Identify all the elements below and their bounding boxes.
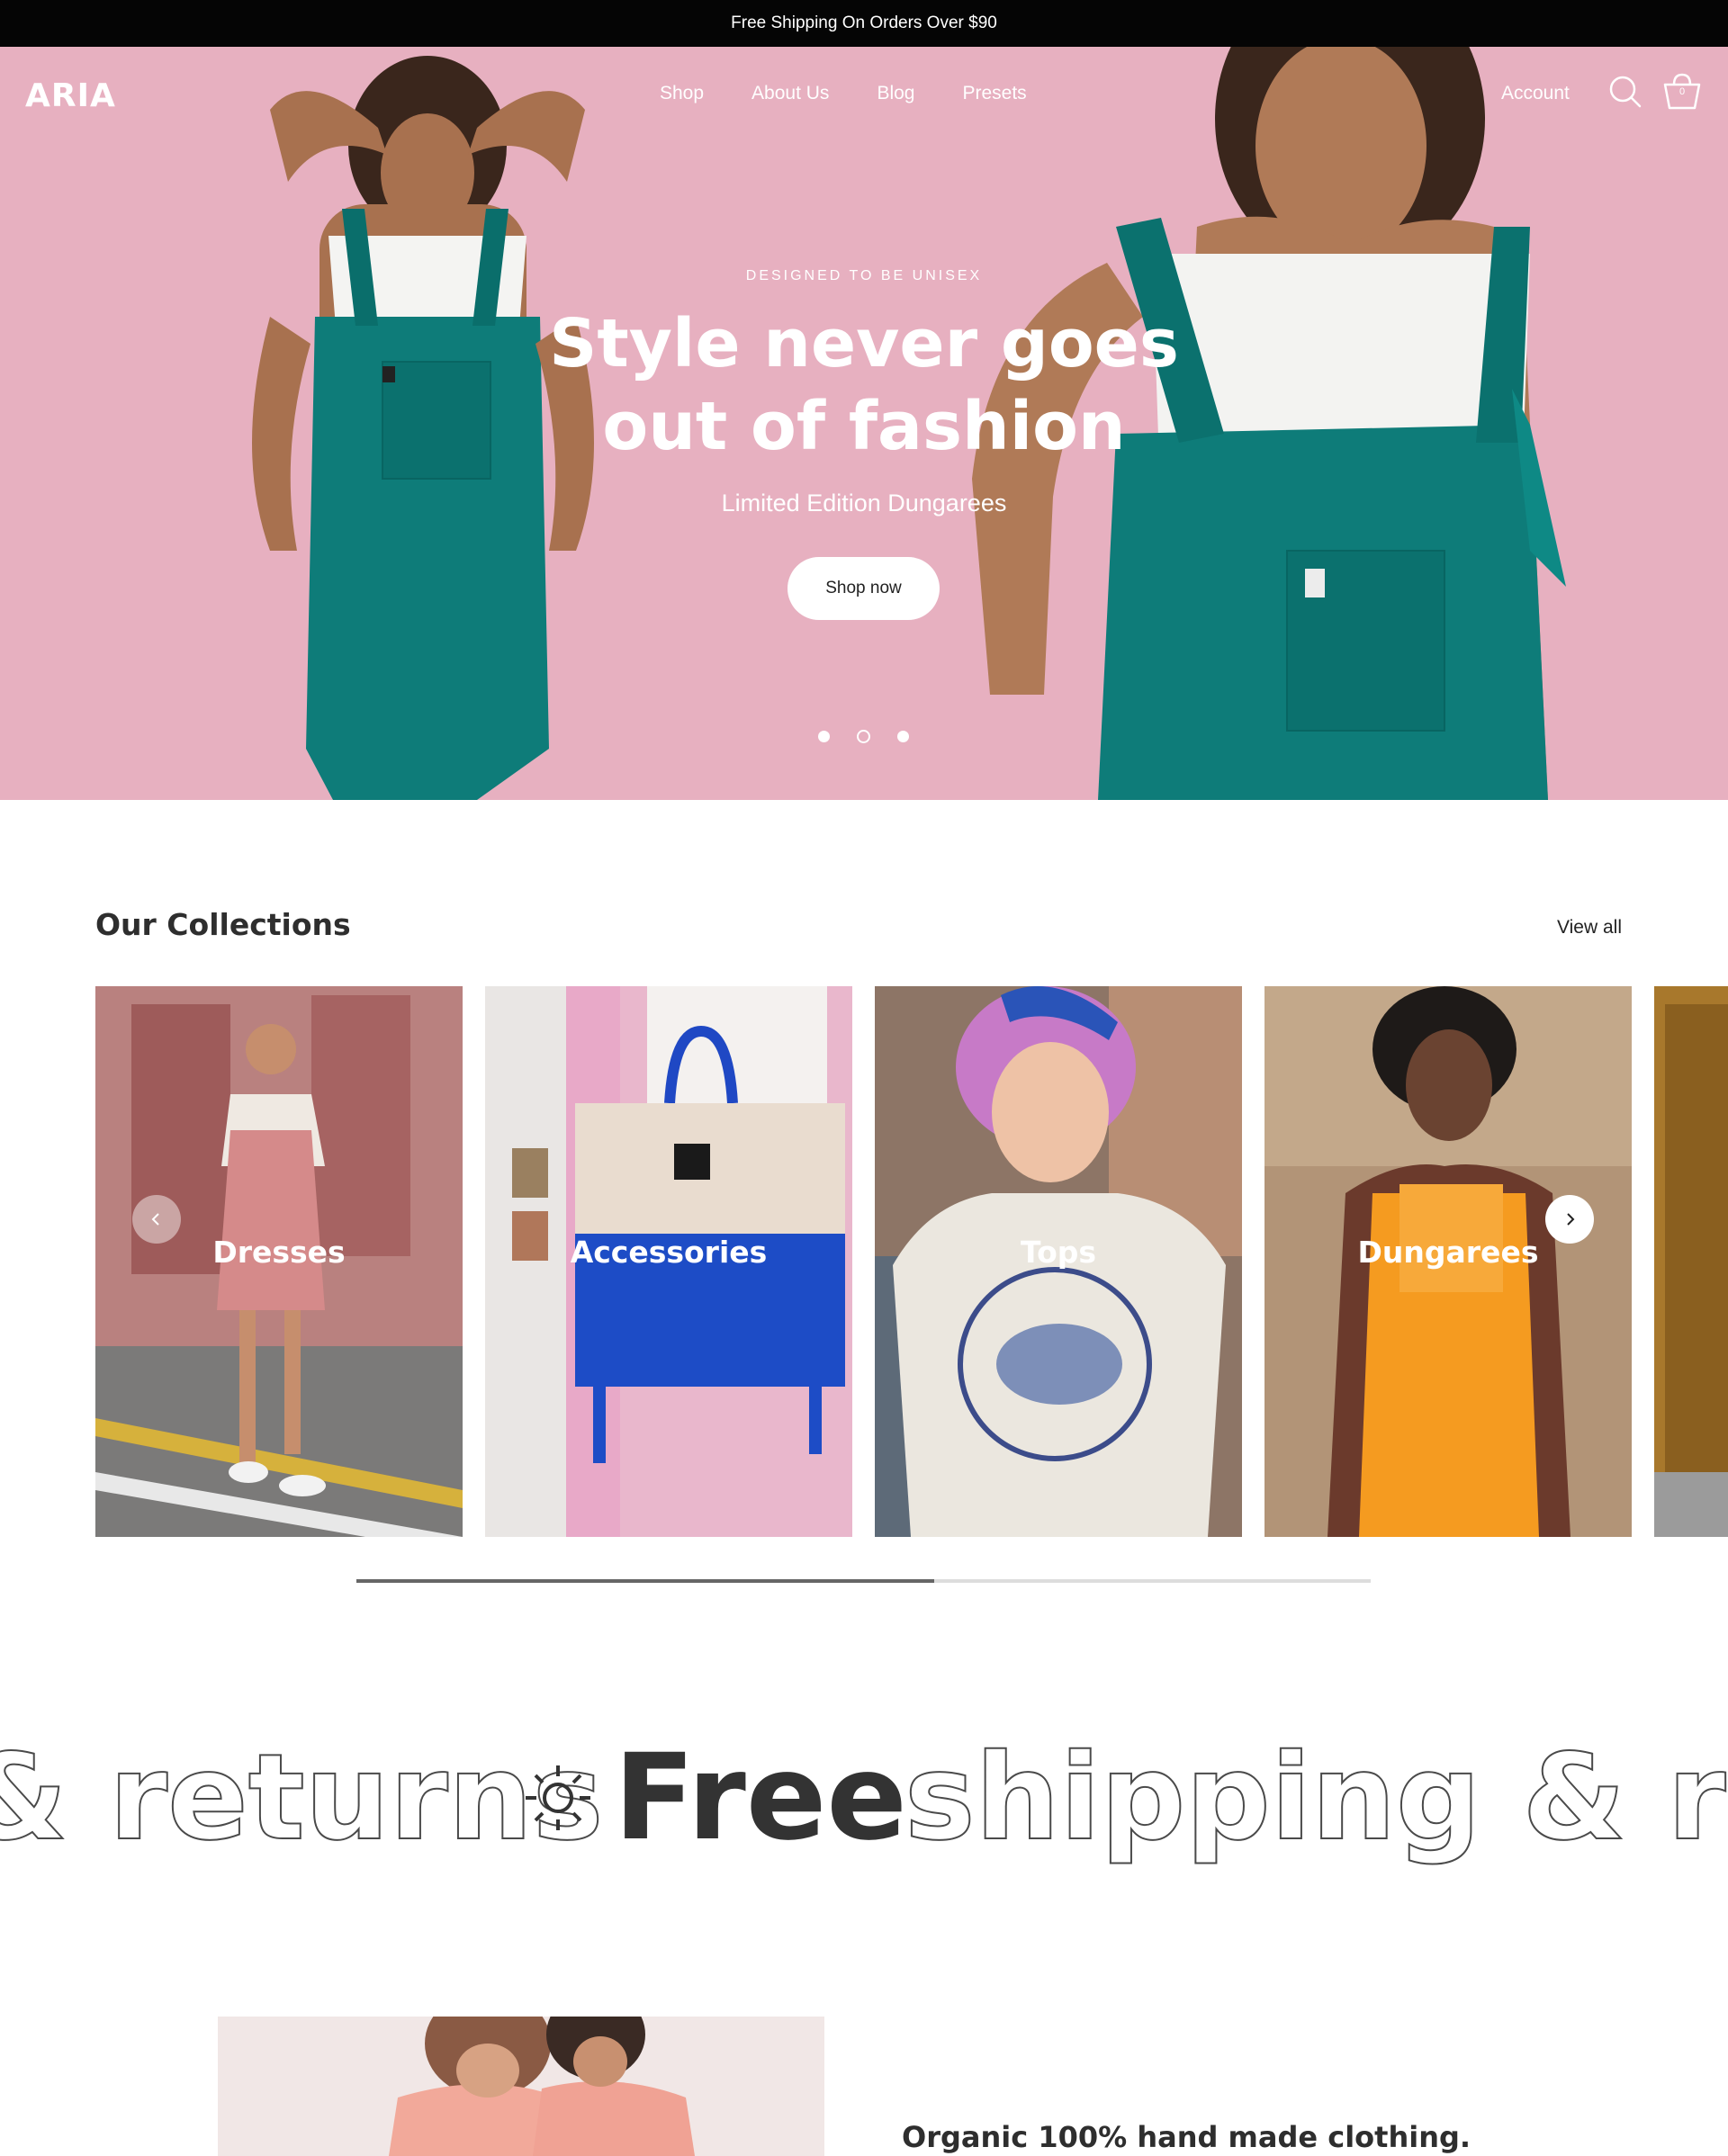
nav-item-presets[interactable]: Presets <box>962 83 1026 104</box>
marquee-word-outline: & returns <box>0 1729 603 1867</box>
cart-count-badge: 0 <box>1678 86 1686 97</box>
scrollbar-thumb[interactable] <box>356 1579 935 1583</box>
hero-eyebrow: DESIGNED TO BE UNISEX <box>745 268 983 283</box>
view-all-link[interactable]: View all <box>1557 917 1622 939</box>
carousel-next-button[interactable] <box>1545 1195 1594 1244</box>
collection-card-dungarees[interactable]: Dungarees <box>1264 986 1632 1537</box>
announcement-text: Free Shipping On Orders Over $90 <box>731 13 997 32</box>
shop-now-button[interactable]: Shop now <box>788 557 940 620</box>
hero-headline: Style never goes out of fashion <box>549 305 1179 465</box>
main-nav: Shop About Us Blog Presets <box>660 83 1027 104</box>
chevron-right-icon <box>1567 1213 1575 1226</box>
collection-card-tops[interactable]: Tops <box>875 986 1242 1537</box>
collection-label: Tops <box>1020 1235 1097 1270</box>
account-link[interactable]: Account <box>1501 83 1570 104</box>
search-icon[interactable] <box>1607 74 1643 110</box>
chevron-left-icon <box>151 1213 159 1226</box>
marquee-word-solid: Free <box>614 1729 907 1867</box>
nav-item-blog[interactable]: Blog <box>877 83 914 104</box>
collection-card-partial[interactable] <box>1654 986 1728 1537</box>
slide-dot[interactable] <box>897 731 909 742</box>
hero-banner: ARIA Shop About Us Blog Presets Account … <box>0 47 1728 800</box>
about-image <box>218 2017 824 2156</box>
partial-collection-image <box>1654 986 1728 1537</box>
nav-item-about-us[interactable]: About Us <box>752 83 829 104</box>
carousel-prev-button[interactable] <box>132 1195 181 1244</box>
marquee-banner: & returns Free shipping & ret <box>0 1717 1728 1879</box>
marquee-word-outline: shipping & ret <box>904 1729 1728 1867</box>
collections-title: Our Collections <box>95 907 351 942</box>
collection-label: Accessories <box>570 1235 768 1270</box>
about-heading: Organic 100% hand made clothing. <box>902 2120 1472 2154</box>
nav-item-shop[interactable]: Shop <box>660 83 704 104</box>
slide-dot[interactable] <box>818 731 830 742</box>
marquee-text: & returns Free shipping & ret <box>0 1728 1728 1868</box>
hero-subheadline: Limited Edition Dungarees <box>721 490 1007 517</box>
collection-card-accessories[interactable]: Accessories <box>485 986 852 1537</box>
slider-dots <box>818 730 909 743</box>
announcement-bar: Free Shipping On Orders Over $90 <box>0 0 1728 47</box>
collection-card-dresses[interactable]: Dresses <box>95 986 463 1537</box>
slide-dot-active[interactable] <box>857 730 870 743</box>
aria-logo[interactable]: ARIA <box>25 77 116 114</box>
collections-scrollbar[interactable] <box>356 1579 1371 1583</box>
